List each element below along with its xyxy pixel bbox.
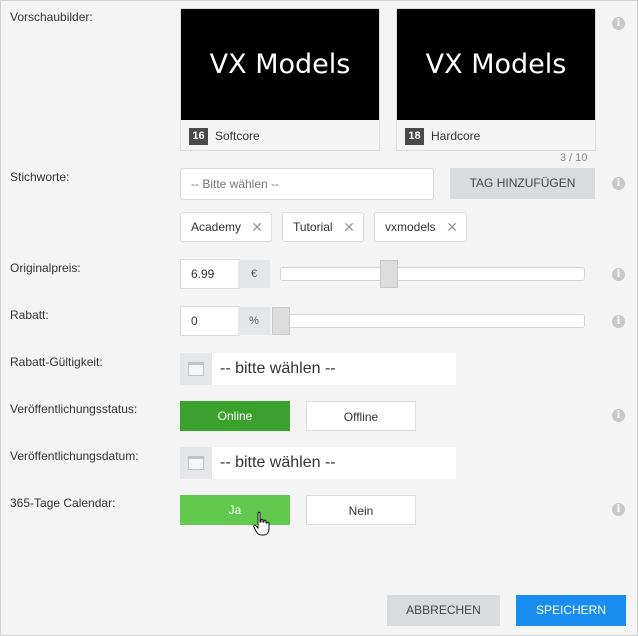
- thumbnail-hardcore[interactable]: VX Models 18 Hardcore: [396, 8, 596, 151]
- info-icon[interactable]: i: [612, 17, 625, 30]
- tag-chip: vxmodels ✕: [374, 212, 467, 242]
- thumbnail-softcore[interactable]: VX Models 16 Softcore: [180, 8, 380, 151]
- discount-input[interactable]: [180, 306, 240, 336]
- thumbnail-caption: Softcore: [215, 129, 260, 143]
- thumbnail-image: VX Models: [397, 9, 595, 120]
- tag-select-input[interactable]: [180, 168, 434, 200]
- save-button[interactable]: SPEICHERN: [516, 595, 626, 626]
- publish-date-datepicker[interactable]: -- bitte wählen --: [180, 447, 456, 479]
- tag-chip: Academy ✕: [180, 212, 272, 242]
- thumbnail-caption: Hardcore: [431, 129, 481, 143]
- age-badge: 18: [405, 128, 424, 145]
- hand-cursor-icon: [253, 511, 270, 536]
- calendar-yes-button[interactable]: Ja: [180, 495, 290, 525]
- tag-label: vxmodels: [385, 220, 436, 234]
- tag-counter: 3 / 10: [560, 152, 588, 164]
- calendar-icon[interactable]: [180, 353, 212, 385]
- info-icon[interactable]: i: [612, 268, 625, 281]
- currency-unit: €: [238, 260, 270, 288]
- percent-unit: %: [238, 307, 270, 335]
- status-offline-button[interactable]: Offline: [306, 401, 416, 431]
- tag-label: Academy: [191, 220, 242, 234]
- discount-validity-datepicker[interactable]: -- bitte wählen --: [180, 353, 456, 385]
- price-slider-track[interactable]: [280, 267, 585, 281]
- date-placeholder: -- bitte wählen --: [220, 454, 336, 471]
- publish-status-label: Veröffentlichungsstatus:: [10, 402, 138, 416]
- tags-label: Stichworte:: [10, 170, 70, 184]
- status-online-button[interactable]: Online: [180, 401, 290, 431]
- age-badge: 16: [189, 128, 208, 145]
- calendar-icon[interactable]: [180, 447, 212, 479]
- calendar-no-button[interactable]: Nein: [306, 495, 416, 525]
- price-slider-handle[interactable]: [380, 260, 398, 288]
- info-icon[interactable]: i: [612, 315, 625, 328]
- info-icon[interactable]: i: [612, 503, 625, 516]
- discount-label: Rabatt:: [10, 308, 49, 322]
- date-placeholder: -- bitte wählen --: [220, 360, 336, 377]
- remove-tag-icon[interactable]: ✕: [251, 213, 263, 241]
- remove-tag-icon[interactable]: ✕: [446, 213, 458, 241]
- discount-slider-handle[interactable]: [272, 307, 290, 335]
- tag-chip: Tutorial ✕: [282, 212, 364, 242]
- discount-validity-label: Rabatt-Gültigkeit:: [10, 355, 103, 369]
- remove-tag-icon[interactable]: ✕: [343, 213, 355, 241]
- preview-label: Vorschaubilder:: [10, 10, 93, 24]
- price-input[interactable]: [180, 259, 240, 289]
- thumbnail-image: VX Models: [181, 9, 379, 120]
- tag-label: Tutorial: [293, 220, 333, 234]
- discount-slider-track[interactable]: [272, 314, 585, 328]
- info-icon[interactable]: i: [612, 409, 625, 422]
- info-icon[interactable]: i: [612, 177, 625, 190]
- publish-date-label: Veröffentlichungsdatum:: [10, 449, 139, 463]
- calendar-label: 365-Tage Calendar:: [10, 496, 116, 510]
- cancel-button[interactable]: ABBRECHEN: [387, 595, 500, 626]
- add-tag-button[interactable]: TAG HINZUFÜGEN: [450, 168, 595, 199]
- original-price-label: Originalpreis:: [10, 261, 81, 275]
